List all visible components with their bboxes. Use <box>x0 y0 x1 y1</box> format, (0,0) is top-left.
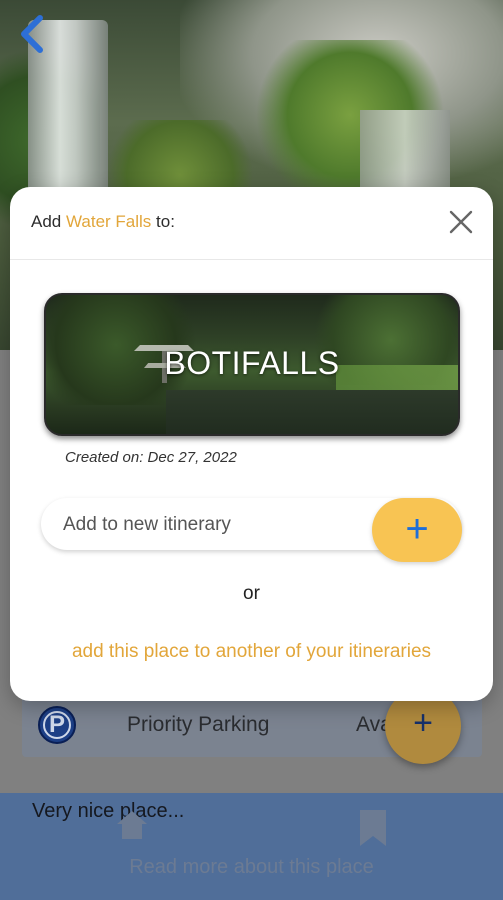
parking-icon: P <box>38 706 76 744</box>
place-description: Very nice place... <box>32 800 185 822</box>
add-to-itinerary-modal: Add Water Falls to: BOTIFALLS Created on… <box>10 187 493 701</box>
itinerary-name: BOTIFALLS <box>164 345 340 381</box>
plus-icon: + <box>405 507 429 551</box>
plus-icon: + <box>413 704 433 742</box>
home-icon[interactable] <box>114 808 150 842</box>
add-new-itinerary-button[interactable]: + <box>372 498 462 562</box>
other-itineraries-link[interactable]: add this place to another of your itiner… <box>10 641 493 663</box>
read-more-link[interactable]: Read more about this place <box>0 856 503 879</box>
chevron-left-icon <box>21 15 43 53</box>
place-name: Water Falls <box>65 212 152 231</box>
modal-title: Add Water Falls to: <box>31 212 175 231</box>
modal-header: Add Water Falls to: <box>10 187 493 260</box>
bookmark-icon[interactable] <box>358 808 388 848</box>
or-divider: or <box>243 583 260 604</box>
new-itinerary-input[interactable] <box>61 508 365 542</box>
itinerary-card[interactable]: BOTIFALLS <box>44 293 460 436</box>
back-button[interactable] <box>14 12 50 56</box>
amenity-label: Priority Parking <box>127 713 270 736</box>
close-icon[interactable] <box>446 207 476 237</box>
itinerary-created-date: Created on: Dec 27, 2022 <box>65 449 237 466</box>
